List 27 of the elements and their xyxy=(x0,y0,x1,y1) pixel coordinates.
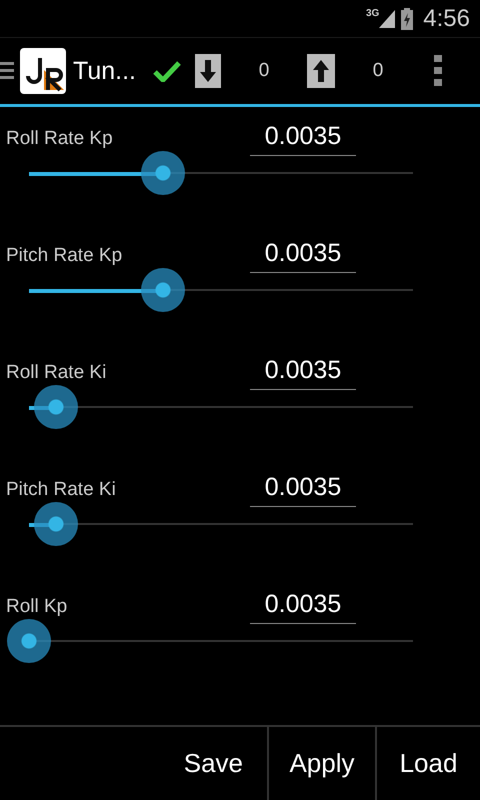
overflow-menu-icon[interactable] xyxy=(434,55,442,87)
slider-thumb[interactable] xyxy=(141,268,186,312)
parameter-label: Roll Kp xyxy=(6,596,68,618)
action-button[interactable]: Apply xyxy=(267,727,377,800)
parameter-label: Pitch Rate Ki xyxy=(6,479,117,501)
network-type: 3G xyxy=(366,8,380,19)
parameter-label: Pitch Rate Kp xyxy=(6,245,124,267)
slider-thumb[interactable] xyxy=(7,619,51,663)
upload-count: 0 xyxy=(372,60,384,82)
check-icon xyxy=(153,60,181,82)
download-count: 0 xyxy=(258,60,270,82)
value-field[interactable]: 0.0035 xyxy=(250,473,356,507)
slider-thumb[interactable] xyxy=(34,502,78,546)
screen-title: Tun... xyxy=(73,56,137,86)
battery-icon xyxy=(401,8,414,30)
value-field[interactable]: 0.0035 xyxy=(250,356,356,390)
parameter-label: Roll Rate Kp xyxy=(6,128,114,150)
clock: 4:56 xyxy=(423,4,470,32)
menu-icon[interactable] xyxy=(0,60,14,82)
app-logo-icon[interactable] xyxy=(20,48,66,94)
parameter-label: Roll Rate Ki xyxy=(6,362,108,384)
slider-thumb[interactable] xyxy=(141,151,186,195)
slider-thumb[interactable] xyxy=(34,385,78,429)
value-field[interactable]: 0.0035 xyxy=(250,122,356,156)
signal-icon xyxy=(379,10,396,28)
value-field[interactable]: 0.0035 xyxy=(250,239,356,273)
value-field[interactable]: 0.0035 xyxy=(250,590,356,624)
